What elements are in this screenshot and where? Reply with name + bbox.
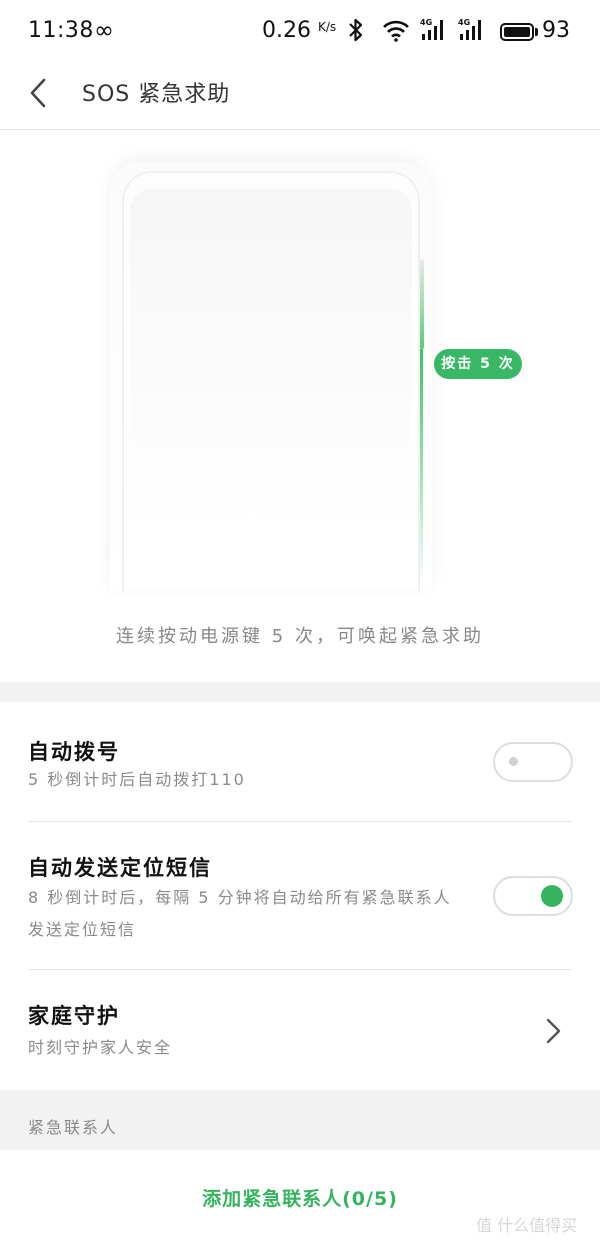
phone-screen bbox=[130, 189, 412, 589]
auto-sms-toggle[interactable] bbox=[493, 876, 573, 916]
family-guard-title: 家庭守护 bbox=[28, 1004, 120, 1028]
status-bar: 11:38 ∞ 0.26 K/s 4G 4G 93 bbox=[0, 0, 600, 62]
signal-label: 4G bbox=[420, 18, 433, 27]
app-header: SOS 紧急求助 bbox=[0, 62, 600, 130]
auto-dial-subtitle: 5 秒倒计时后自动拨打110 bbox=[28, 770, 246, 789]
auto-dial-title: 自动拨号 bbox=[28, 740, 120, 764]
signal-label: 4G bbox=[458, 18, 471, 27]
auto-dial-row[interactable]: 自动拨号 5 秒倒计时后自动拨打110 bbox=[0, 702, 600, 822]
wifi-icon bbox=[382, 20, 410, 46]
contacts-section-label: 紧急联系人 bbox=[28, 1118, 119, 1137]
power-key bbox=[420, 259, 424, 349]
power-key-highlight bbox=[420, 349, 423, 589]
toggle-knob bbox=[541, 885, 563, 907]
network-speed: 0.26 bbox=[262, 18, 311, 43]
auto-sms-row[interactable]: 自动发送定位短信 8 秒倒计时后，每隔 5 分钟将自动给所有紧急联系人发送定位短… bbox=[0, 822, 600, 970]
toggle-knob bbox=[509, 757, 518, 766]
infinity-icon: ∞ bbox=[94, 16, 114, 44]
sos-hint-text: 连续按动电源键 5 次，可唤起紧急求助 bbox=[116, 626, 484, 647]
battery-tip bbox=[535, 28, 538, 36]
press-count-badge: 按击 5 次 bbox=[434, 349, 522, 379]
bluetooth-icon bbox=[348, 17, 364, 49]
auto-sms-title: 自动发送定位短信 bbox=[28, 856, 212, 880]
power-key-illustration: 按击 5 次 bbox=[0, 131, 600, 591]
back-button[interactable] bbox=[20, 72, 60, 112]
chevron-right-icon bbox=[546, 1018, 561, 1044]
family-guard-row[interactable]: 家庭守护 时刻守护家人安全 bbox=[0, 970, 600, 1090]
chevron-left-icon bbox=[30, 78, 46, 108]
watermark-logo: 值 什么值得买 bbox=[476, 1216, 578, 1235]
page-title: SOS 紧急求助 bbox=[82, 82, 231, 107]
family-guard-subtitle: 时刻守护家人安全 bbox=[28, 1038, 173, 1057]
auto-sms-subtitle: 8 秒倒计时后，每隔 5 分钟将自动给所有紧急联系人发送定位短信 bbox=[28, 888, 452, 939]
battery-level: 93 bbox=[542, 18, 570, 43]
section-gap bbox=[0, 682, 600, 702]
battery-icon bbox=[500, 23, 534, 41]
network-speed-unit: K/s bbox=[318, 20, 337, 34]
add-emergency-contact-button[interactable]: 添加紧急联系人(0/5) bbox=[0, 1184, 600, 1211]
status-time: 11:38 bbox=[28, 18, 94, 43]
auto-dial-toggle[interactable] bbox=[493, 742, 573, 782]
